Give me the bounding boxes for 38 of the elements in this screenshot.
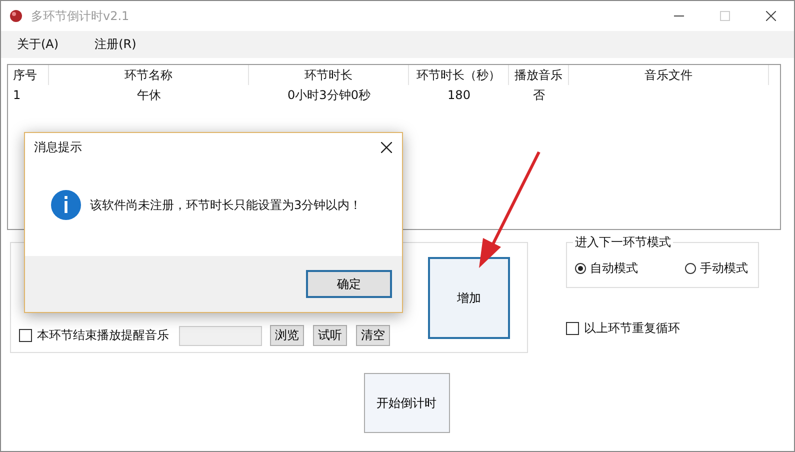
menu-item[interactable]: 关于(A) — [9, 36, 67, 53]
menu-item[interactable]: 注册(R) — [86, 36, 144, 53]
group-title: 进入下一环节模式 — [573, 234, 673, 251]
radio-label: 手动模式 — [700, 260, 748, 277]
column-header[interactable]: 序号 — [8, 65, 49, 85]
column-header[interactable]: 音乐文件 — [569, 65, 769, 85]
button[interactable]: 清空 — [356, 325, 390, 346]
start-button[interactable]: 开始倒计时 — [364, 373, 450, 433]
radio-button[interactable] — [685, 263, 696, 274]
button[interactable]: 试听 — [313, 325, 347, 346]
column-header[interactable]: 环节名称 — [49, 65, 249, 85]
table-cell-text: 180 — [446, 88, 472, 102]
checkbox-label: 以上环节重复循环 — [584, 320, 680, 337]
column-header[interactable]: 环节时长 — [249, 65, 409, 85]
close-icon — [766, 11, 776, 21]
close-button[interactable] — [381, 142, 392, 153]
ok-button[interactable]: 确定 — [306, 270, 392, 298]
table-cell-text: 1 — [12, 88, 22, 102]
app-icon — [9, 9, 23, 23]
dialog-title: 消息提示 — [34, 139, 82, 156]
table-cell-text: 午休 — [136, 86, 162, 104]
radio-button[interactable] — [575, 263, 586, 274]
checkbox-label: 本环节结束播放提醒音乐 — [37, 327, 169, 344]
button[interactable]: 浏览 — [270, 325, 304, 346]
column-header[interactable]: 播放音乐 — [509, 65, 569, 85]
radio-label: 自动模式 — [590, 260, 638, 277]
add-button[interactable]: 增加 — [428, 257, 510, 339]
maximize-icon — [720, 11, 730, 21]
table-cell-text: 否 — [532, 86, 546, 104]
info-icon — [51, 190, 81, 220]
checkbox[interactable] — [19, 329, 32, 342]
column-header[interactable]: 环节时长（秒） — [409, 65, 509, 85]
checkbox[interactable] — [566, 322, 579, 335]
dialog-message: 该软件尚未注册，环节时长只能设置为3分钟以内！ — [90, 196, 362, 214]
close-icon — [381, 142, 392, 153]
window-title: 多环节倒计时v2.1 — [31, 8, 130, 24]
file-path-field[interactable] — [179, 326, 262, 346]
table-cell-text: 0小时3分钟0秒 — [286, 86, 372, 104]
